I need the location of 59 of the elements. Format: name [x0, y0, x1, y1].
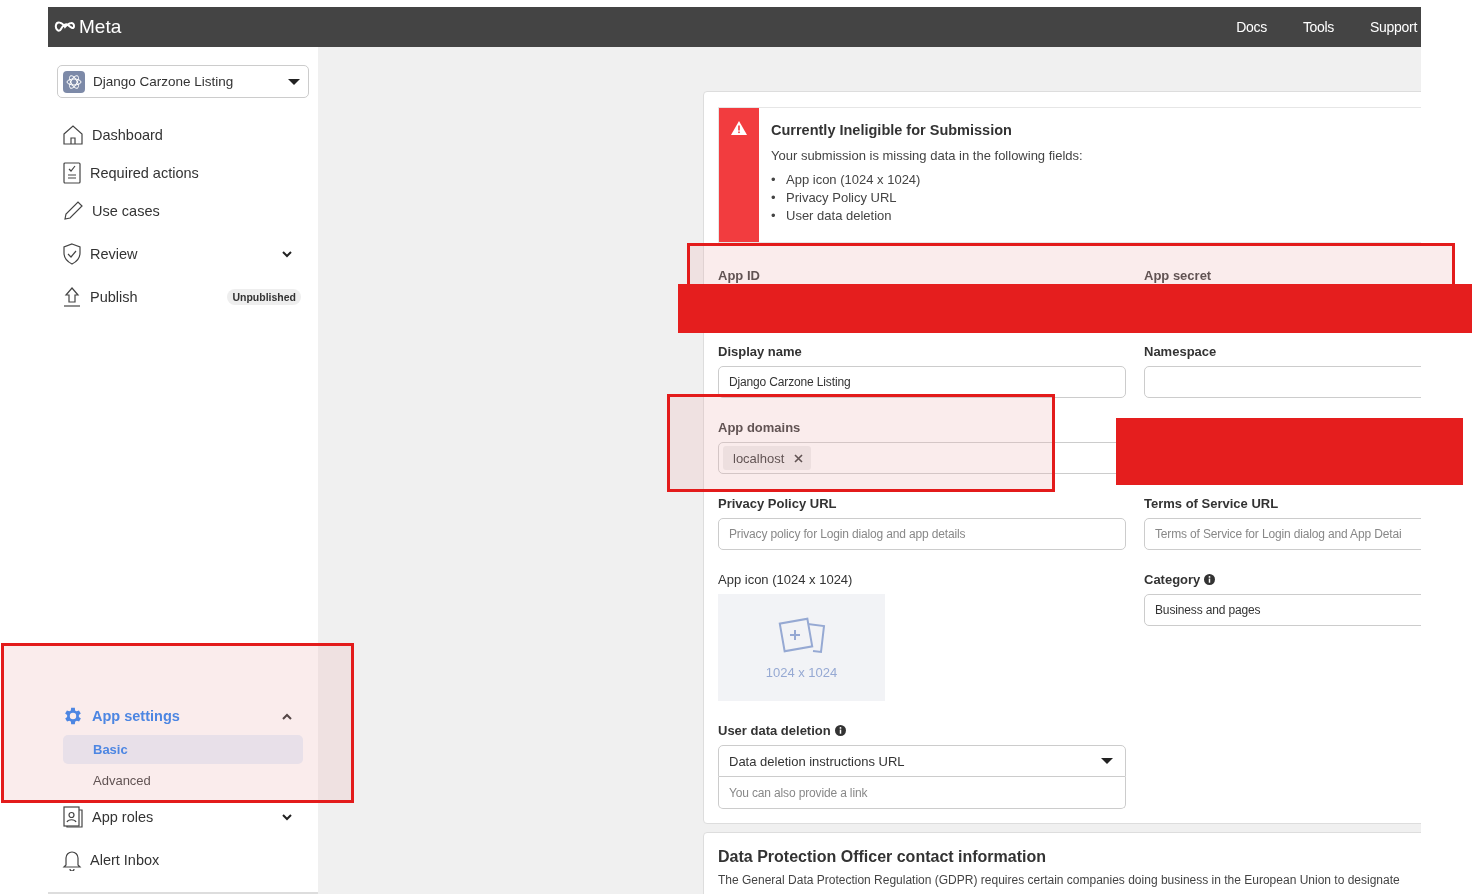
- checklist-icon: [62, 162, 82, 184]
- atom-icon: [63, 70, 85, 93]
- section-title: Data Protection Officer contact information: [718, 848, 1048, 866]
- bullet: •: [771, 171, 777, 189]
- bullet: •: [771, 189, 777, 207]
- caret-icon: [1101, 758, 1113, 764]
- nav-link[interactable]: Docs: [1236, 19, 1267, 35]
- sidebar-item[interactable]: Dashboard: [57, 116, 309, 154]
- field-label: Category: [1144, 571, 1201, 587]
- remove-icon[interactable]: [794, 453, 804, 463]
- image-size-text: 1024 x 1024: [765, 665, 838, 680]
- field-label: App secret: [1144, 267, 1212, 283]
- sidebar-item[interactable]: Review: [57, 230, 309, 278]
- text-field[interactable]: Django Carzone Listing: [718, 366, 1126, 398]
- caret-icon: [288, 78, 300, 85]
- alert-title: Currently Ineligible for Submission: [771, 122, 1013, 138]
- nav-link[interactable]: Support: [1370, 19, 1417, 35]
- field-label: User data deletion: [718, 722, 831, 738]
- chevron-down-icon: [281, 813, 293, 821]
- gear-icon: [62, 705, 84, 727]
- text-field[interactable]: Privacy policy for Login dialog and app details: [718, 518, 1126, 550]
- shield-check-icon: [62, 243, 82, 265]
- text-field[interactable]: You can also provide a link: [718, 777, 1126, 809]
- field-label: Namespace: [1144, 343, 1217, 359]
- missing-field: App icon (1024 x 1024): [786, 171, 921, 189]
- house-icon: [62, 124, 84, 146]
- missing-field: Privacy Policy URL: [786, 189, 897, 207]
- bullet: •: [771, 207, 777, 225]
- status-badge: Unpublished: [227, 289, 301, 305]
- chevron-down-icon: [281, 250, 293, 258]
- app-selector[interactable]: Django Carzone Listing: [57, 65, 309, 98]
- field-label: App domains: [718, 419, 801, 435]
- field-label: Display name: [718, 343, 802, 359]
- chevron-up-icon: [281, 712, 293, 720]
- pencil-icon: [62, 200, 84, 222]
- bell-icon: [62, 849, 82, 871]
- section-text: The General Data Protection Regulation (GDPR) requires certain companies doing business in the European Union to designate: [718, 873, 1401, 887]
- upload-icon: [62, 286, 82, 308]
- field-label: App icon (1024 x 1024): [718, 571, 853, 587]
- field-label: App ID: [718, 267, 760, 283]
- sidebar-item[interactable]: App roles: [57, 796, 309, 838]
- infinity-logo-icon: [54, 21, 76, 33]
- field-label: Terms of Service URL: [1144, 495, 1279, 511]
- warning-icon: [731, 121, 747, 135]
- sidebar-item[interactable]: Required actions: [57, 154, 309, 192]
- id-badge-icon: [62, 806, 84, 828]
- sidebar-item[interactable]: Alert Inbox: [57, 838, 309, 882]
- missing-field: User data deletion: [786, 207, 892, 225]
- field-label: Privacy Policy URL: [718, 495, 837, 511]
- text-field[interactable]: Terms of Service for Login dialog and App Detai: [1144, 518, 1421, 550]
- alert-message: Your submission is missing data in the following fields:: [771, 148, 1083, 163]
- nav-link[interactable]: Tools: [1302, 19, 1335, 35]
- text-field[interactable]: Business and pages: [1144, 594, 1421, 626]
- domain-tag: localhost: [723, 446, 812, 470]
- sidebar-subitem[interactable]: Advanced: [63, 766, 303, 795]
- sidebar-item[interactable]: Publish Unpublished: [57, 278, 309, 316]
- logo-text: Meta: [79, 16, 122, 38]
- sidebar-item[interactable]: Use cases: [57, 192, 309, 230]
- select-dropdown[interactable]: Data deletion instructions URL: [718, 745, 1126, 777]
